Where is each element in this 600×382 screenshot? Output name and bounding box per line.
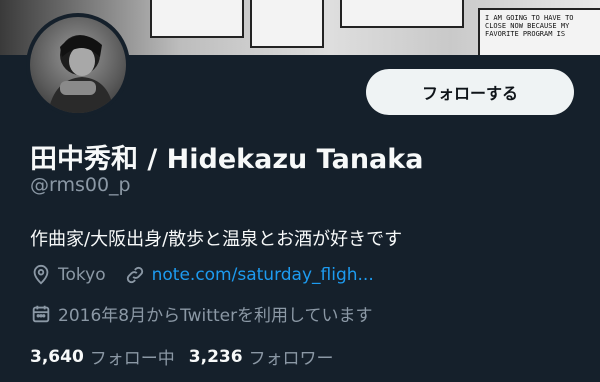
profile-stats: 3,640 フォロー中 3,236 フォロワー [30,344,348,370]
calendar-icon [30,303,52,325]
following-stat[interactable]: 3,640 フォロー中 [30,344,175,370]
banner-comic-text: I AM GOING TO HAVE TO CLOSE NOW BECAUSE … [485,14,574,38]
followers-stat[interactable]: 3,236 フォロワー [188,344,334,370]
following-count: 3,640 [30,346,84,367]
profile-bio: 作曲家/大阪出身/散歩と温泉とお酒が好きです [30,229,403,250]
profile-meta-row: Tokyo note.com/saturday_fligh... [30,264,374,286]
banner-comic-panel [250,0,324,48]
link-icon [124,264,146,286]
location-pin-icon [30,264,52,286]
profile-location: Tokyo [58,265,106,285]
following-label: フォロー中 [89,349,175,369]
profile-display-name: 田中秀和 / Hidekazu Tanaka [30,144,424,175]
profile-handle: @rms00_p [30,174,131,196]
followers-label: フォロワー [248,349,334,369]
profile-joined-date: 2016年8月からTwitterを利用しています [58,306,373,326]
profile-website-link[interactable]: note.com/saturday_fligh... [152,265,374,285]
banner-comic-panel [150,0,244,38]
banner-comic-panel [340,0,464,28]
follow-button[interactable]: フォローする [366,69,574,115]
profile-joined-row: 2016年8月からTwitterを利用しています [30,301,373,326]
avatar[interactable] [26,13,130,117]
avatar-photo [30,17,126,113]
followers-count: 3,236 [188,346,243,367]
